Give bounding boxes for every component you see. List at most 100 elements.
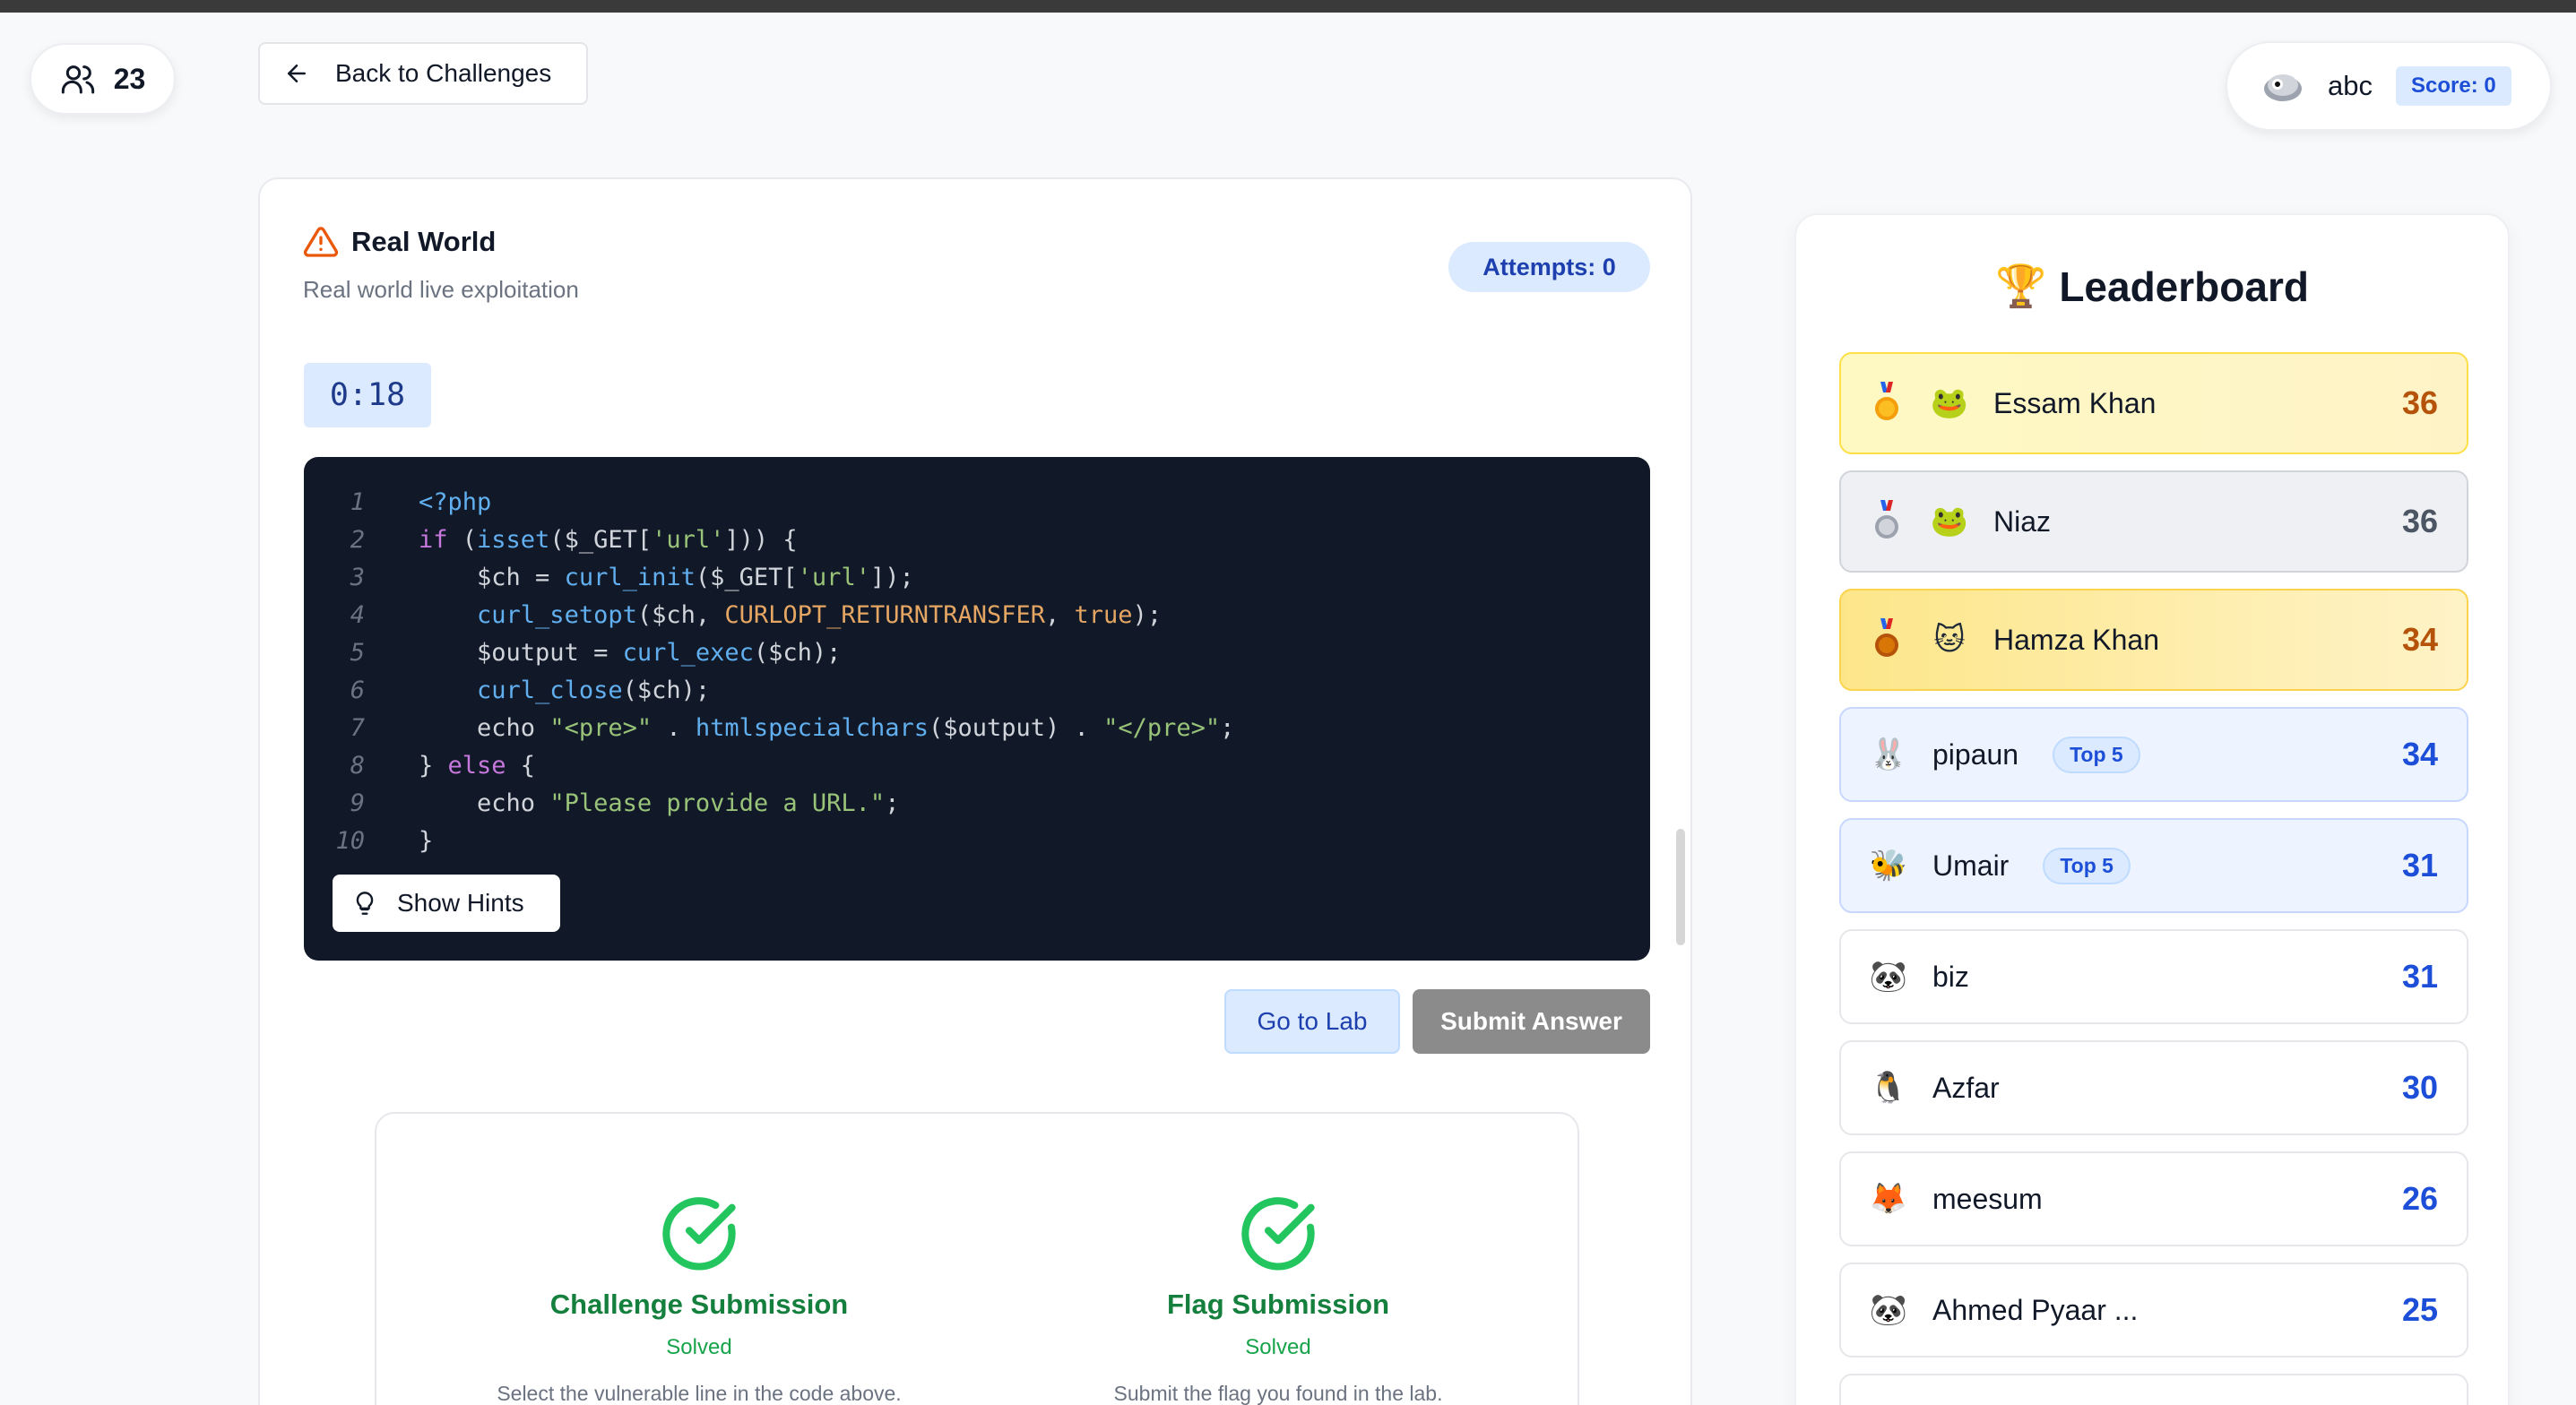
challenge-submission-state: Solved: [666, 1335, 732, 1359]
leaderboard-title-row: 🏆 Leaderboard: [1796, 262, 2508, 311]
timer-display: 0:18: [304, 363, 431, 427]
player-score: 36: [2401, 503, 2438, 539]
code-line[interactable]: 10}: [304, 823, 1650, 860]
code-text: curl_close($ch);: [477, 677, 711, 704]
player-avatar: 🐸: [1930, 504, 1969, 539]
code-text: if (isset($_GET['url'])) {: [419, 526, 798, 554]
code-line[interactable]: 5 $output = curl_exec($ch);: [304, 634, 1650, 672]
code-line[interactable]: 1 <?php: [304, 484, 1650, 521]
player-avatar: 🐼: [1869, 960, 1908, 994]
leaderboard-row[interactable]: 🐼 biz 31: [1839, 929, 2468, 1024]
top5-badge: Top 5: [2053, 736, 2140, 773]
code-line[interactable]: 8} else {: [304, 747, 1650, 785]
challenge-submission-status: Challenge Submission Solved Select the v…: [448, 1194, 950, 1405]
line-number: 9: [350, 789, 365, 817]
code-text: }: [419, 827, 434, 855]
player-name: Ahmed Pyaar ...: [1932, 1293, 2139, 1326]
submission-status-card: Challenge Submission Solved Select the v…: [375, 1112, 1579, 1405]
line-number: 4: [350, 601, 365, 629]
top5-badge: Top 5: [2043, 847, 2131, 884]
code-text: echo "<pre>" . htmlspecialchars($output)…: [419, 714, 1235, 742]
player-score: 36: [2401, 384, 2438, 421]
go-to-lab-button[interactable]: Go to Lab: [1224, 989, 1400, 1054]
player-name: Niaz: [1993, 504, 2052, 538]
code-text: <?php: [419, 488, 492, 516]
leaderboard-title: Leaderboard: [2059, 263, 2309, 310]
show-hints-button[interactable]: Show Hints: [333, 875, 560, 932]
challenge-subtitle: Real world live exploitation: [303, 276, 579, 303]
username: abc: [2328, 70, 2373, 101]
code-line[interactable]: 4 curl_setopt($ch, CURLOPT_RETURNTRANSFE…: [304, 597, 1650, 634]
challenge-card: Real World Real world live exploitation …: [258, 177, 1692, 1405]
back-to-challenges-button[interactable]: Back to Challenges: [258, 42, 588, 105]
challenge-submission-desc: Select the vulnerable line in the code a…: [497, 1382, 902, 1405]
line-number: 7: [350, 714, 365, 742]
line-number: 5: [350, 639, 365, 667]
leaderboard-row[interactable]: [1839, 1374, 2468, 1405]
online-users-pill: 23: [30, 43, 176, 115]
back-label: Back to Challenges: [335, 59, 552, 87]
code-viewer[interactable]: 1 <?php 2 if (isset($_GET['url'])) { 3 $ch…: [304, 457, 1650, 961]
line-number: 10: [335, 827, 365, 855]
line-number: 6: [350, 677, 365, 704]
player-avatar: 🦊: [1869, 1182, 1908, 1216]
trophy-icon: 🏆: [1995, 263, 2047, 309]
player-avatar: 🐝: [1869, 849, 1908, 883]
leaderboard-row[interactable]: 🦊 meesum 26: [1839, 1151, 2468, 1246]
code-line[interactable]: 6 curl_close($ch);: [304, 672, 1650, 710]
code-line[interactable]: 2 if (isset($_GET['url'])) {: [304, 521, 1650, 559]
player-name: Umair: [1932, 849, 2010, 882]
user-avatar-icon: [2264, 74, 2302, 101]
code-line[interactable]: 3 $ch = curl_init($_GET['url']);: [304, 559, 1650, 597]
player-score: 25: [2401, 1291, 2438, 1328]
users-icon: [61, 65, 94, 94]
leaderboard-row[interactable]: 🐧 Azfar 30: [1839, 1040, 2468, 1135]
user-profile-pill[interactable]: abc Score: 0: [2226, 41, 2552, 131]
warning-icon: [303, 227, 339, 257]
player-avatar: 🐱: [1933, 623, 1966, 657]
flag-submission-desc: Submit the flag you found in the lab.: [1113, 1382, 1443, 1405]
player-name: biz: [1932, 960, 1969, 993]
line-number: 1: [350, 488, 365, 516]
player-score: 31: [2401, 958, 2438, 995]
challenge-submission-title: Challenge Submission: [549, 1289, 849, 1320]
window-top-bar: [0, 0, 2576, 13]
online-users-count: 23: [113, 62, 146, 95]
player-score: 31: [2401, 847, 2438, 884]
code-line[interactable]: 7 echo "<pre>" . htmlspecialchars($outpu…: [304, 710, 1650, 747]
code-text: echo "Please provide a URL.";: [419, 789, 900, 817]
player-avatar: 🐼: [1869, 1293, 1908, 1327]
scrollbar-thumb[interactable]: [1676, 829, 1685, 945]
silver-medal-icon: [1871, 500, 1902, 543]
player-score: 30: [2401, 1069, 2438, 1106]
player-name: pipaun: [1932, 737, 2019, 771]
leaderboard-row[interactable]: 🐰 pipaun Top 5 34: [1839, 707, 2468, 802]
arrow-left-icon: [288, 65, 306, 82]
gold-medal-icon: [1871, 382, 1902, 425]
code-text: $ch = curl_init($_GET['url']);: [419, 564, 914, 591]
line-number: 2: [350, 526, 365, 554]
submit-answer-button[interactable]: Submit Answer: [1413, 989, 1650, 1054]
player-name: Essam Khan: [1993, 386, 2157, 419]
leaderboard-row[interactable]: 🐱 Hamza Khan 34: [1839, 589, 2468, 691]
code-line[interactable]: 9 echo "Please provide a URL.";: [304, 785, 1650, 823]
leaderboard-row[interactable]: 🐝 Umair Top 5 31: [1839, 818, 2468, 913]
player-name: meesum: [1932, 1182, 2043, 1215]
line-number: 8: [350, 752, 365, 780]
leaderboard-row[interactable]: 🐸 Essam Khan 36: [1839, 352, 2468, 454]
leaderboard-panel: 🏆 Leaderboard 🐸 Essam Khan 36 🐸 Niaz 36 …: [1794, 213, 2510, 1405]
player-avatar: 🐰: [1869, 737, 1908, 771]
code-text: $output = curl_exec($ch);: [419, 639, 842, 667]
player-name: Azfar: [1932, 1071, 2000, 1104]
flag-submission-status: Flag Submission Solved Submit the flag y…: [1027, 1194, 1529, 1405]
leaderboard-row[interactable]: 🐼 Ahmed Pyaar ... 25: [1839, 1263, 2468, 1358]
code-text: curl_setopt($ch, CURLOPT_RETURNTRANSFER,…: [477, 601, 1163, 629]
leaderboard-row[interactable]: 🐸 Niaz 36: [1839, 470, 2468, 573]
player-score: 34: [2401, 736, 2438, 772]
challenge-title-row: Real World: [303, 224, 496, 260]
player-avatar: 🐸: [1930, 386, 1969, 420]
check-circle-icon: [1241, 1197, 1315, 1271]
attempts-badge: Attempts: 0: [1448, 242, 1650, 292]
bronze-medal-icon: [1871, 618, 1902, 661]
show-hints-label: Show Hints: [397, 889, 524, 917]
